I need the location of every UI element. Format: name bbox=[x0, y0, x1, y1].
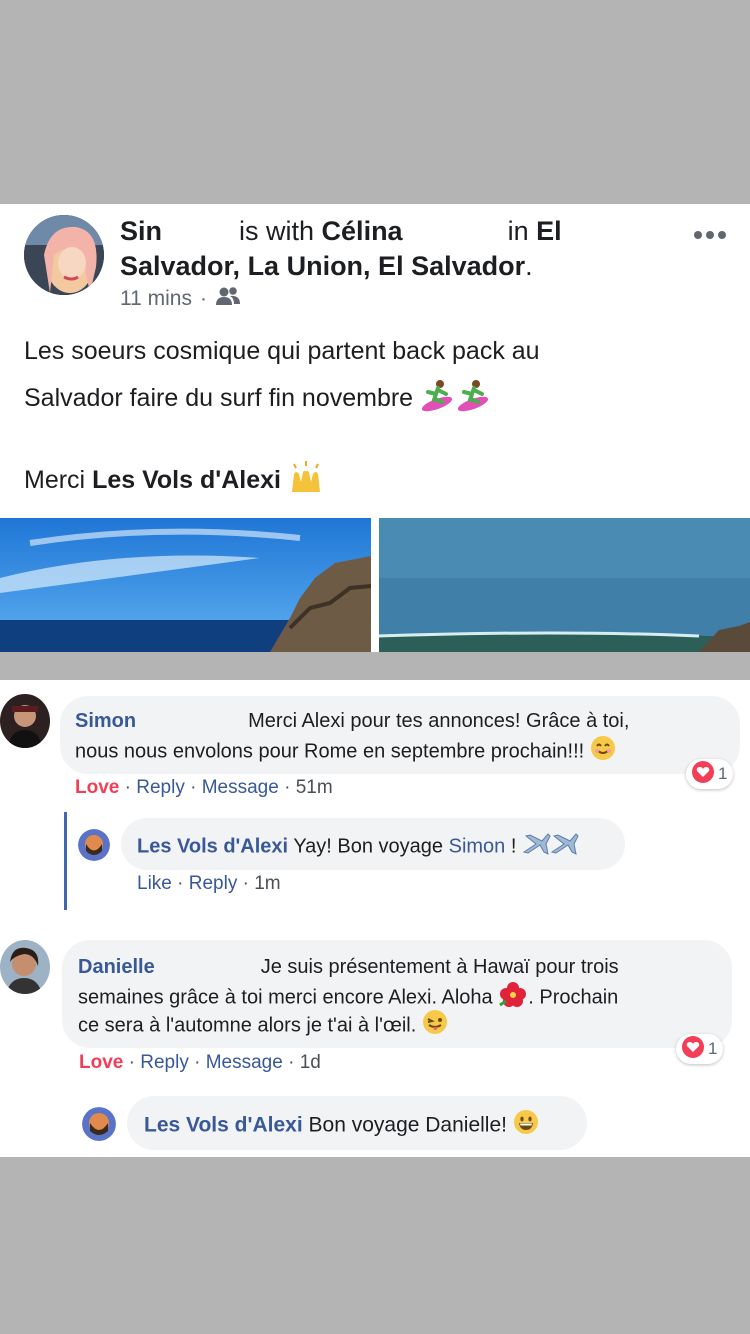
tagged-name[interactable]: Célina bbox=[322, 216, 403, 246]
reply-time[interactable]: 1m bbox=[254, 873, 280, 894]
commenter-avatar-2[interactable] bbox=[0, 940, 50, 994]
period: . bbox=[525, 251, 533, 281]
comment2-time[interactable]: 1d bbox=[300, 1052, 321, 1073]
comment-bubble: Simon Merci Alexi pour tes annonces! Grâc… bbox=[60, 696, 740, 774]
post-text-line2-text: Salvador faire du surf fin novembre bbox=[24, 384, 414, 413]
meta-dot: · bbox=[199, 287, 207, 310]
comment2-line1: Danielle Je suis présentement à Hawaï pou… bbox=[78, 953, 619, 981]
reply-action[interactable]: Reply bbox=[136, 777, 185, 798]
page-avatar-2[interactable] bbox=[82, 1107, 116, 1141]
reply-text: Yay! Bon voyage bbox=[293, 835, 444, 858]
surfer-icon bbox=[420, 378, 492, 421]
smiling-face-icon bbox=[590, 735, 616, 769]
page-mention[interactable]: Les Vols d'Alexi bbox=[92, 466, 281, 494]
friends-icon[interactable] bbox=[215, 286, 241, 312]
comment2-actions: Love · Reply · Message · 1d bbox=[79, 1052, 321, 1073]
separator bbox=[0, 652, 750, 680]
merci-text: Merci bbox=[24, 466, 86, 495]
comment-line2: nous nous envolons pour Rome en septembr… bbox=[75, 735, 616, 769]
reply-actions: Like · Reply · 1m bbox=[137, 873, 281, 894]
reply2-author[interactable]: Les Vols d'Alexi bbox=[144, 1114, 303, 1137]
reply-action-2[interactable]: Reply bbox=[140, 1052, 189, 1073]
winking-tongue-icon bbox=[422, 1009, 448, 1043]
comment-bubble-2: Danielle Je suis présentement à Hawaï pou… bbox=[62, 940, 732, 1048]
hibiscus-icon bbox=[498, 981, 528, 1015]
post-photo-1[interactable] bbox=[0, 518, 371, 652]
commenter-name[interactable]: Simon bbox=[75, 710, 136, 732]
post-text-line1: Les soeurs cosmique qui partent back pac… bbox=[24, 337, 540, 365]
comment-line1: Simon Merci Alexi pour tes annonces! Grâc… bbox=[75, 707, 629, 735]
comment2-text-3: ce sera à l'automne alors je t'ai à l'œi… bbox=[78, 1014, 417, 1037]
commenter-name-2[interactable]: Danielle bbox=[78, 956, 155, 978]
author-avatar[interactable] bbox=[24, 215, 104, 295]
post-time[interactable]: 11 mins bbox=[120, 287, 192, 311]
raising-hands-icon bbox=[288, 460, 324, 503]
post-header-line1: Sin is with Célina in El bbox=[120, 214, 562, 248]
post-header-line2: Salvador, La Union, El Salvador. bbox=[120, 249, 533, 283]
comment-time[interactable]: 51m bbox=[296, 777, 333, 798]
love-action[interactable]: Love bbox=[75, 777, 119, 798]
comment2-text-2b: . Prochain bbox=[528, 986, 619, 1009]
comment-text: Merci Alexi pour tes annonces! Grâce à t… bbox=[248, 710, 630, 732]
like-action[interactable]: Like bbox=[137, 873, 172, 894]
page-avatar[interactable] bbox=[78, 829, 110, 861]
thread-line bbox=[64, 812, 67, 910]
reaction-number-2: 1 bbox=[708, 1039, 718, 1058]
message-action[interactable]: Message bbox=[202, 777, 279, 798]
love-reaction-icon-2 bbox=[682, 1035, 704, 1063]
reply-suffix: ! bbox=[510, 835, 517, 858]
post-photo-2[interactable] bbox=[379, 518, 750, 652]
reaction-number: 1 bbox=[718, 764, 728, 783]
airplane-icon bbox=[522, 830, 580, 864]
comment2-text-2a: semaines grâce à toi merci encore Alexi.… bbox=[78, 986, 493, 1009]
reaction-count-2[interactable]: 1 bbox=[676, 1034, 724, 1064]
love-action-2[interactable]: Love bbox=[79, 1052, 123, 1073]
more-options-icon[interactable] bbox=[690, 220, 730, 250]
post-text-line3: Merci Les Vols d'Alexi bbox=[24, 460, 324, 503]
reply-author[interactable]: Les Vols d'Alexi bbox=[137, 835, 288, 857]
reaction-count[interactable]: 1 bbox=[686, 759, 734, 789]
post-meta: 11 mins · bbox=[120, 286, 241, 312]
reply-reply-action[interactable]: Reply bbox=[189, 873, 238, 894]
reply2-line: Les Vols d'Alexi Bon voyage Danielle! bbox=[144, 1109, 539, 1143]
reply-line: Les Vols d'Alexi Yay! Bon voyage Simon ! bbox=[137, 830, 580, 864]
comment2-text-1: Je suis présentement à Hawaï pour trois bbox=[260, 956, 619, 978]
location-name[interactable]: Salvador, La Union, El Salvador bbox=[120, 251, 525, 281]
with-label: is with bbox=[239, 216, 315, 246]
comment2-line3: ce sera à l'automne alors je t'ai à l'œi… bbox=[78, 1009, 448, 1043]
reply2-text: Bon voyage Danielle! bbox=[308, 1113, 507, 1137]
reply-mention[interactable]: Simon bbox=[449, 835, 506, 857]
comment-text-2: nous nous envolons pour Rome en septembr… bbox=[75, 740, 585, 763]
post-text-line2: Salvador faire du surf fin novembre bbox=[24, 378, 492, 421]
grinning-face-icon bbox=[513, 1109, 539, 1143]
reply-bubble: Les Vols d'Alexi Yay! Bon voyage Simon ! bbox=[121, 818, 625, 870]
comment-actions: Love · Reply · Message · 51m bbox=[75, 777, 333, 798]
in-label: in bbox=[507, 216, 529, 246]
author-name[interactable]: Sin bbox=[120, 216, 162, 246]
love-reaction-icon bbox=[692, 760, 714, 788]
location-part1[interactable]: El bbox=[536, 216, 562, 246]
message-action-2[interactable]: Message bbox=[206, 1052, 283, 1073]
reply-bubble-2: Les Vols d'Alexi Bon voyage Danielle! bbox=[127, 1096, 587, 1150]
commenter-avatar[interactable] bbox=[0, 694, 50, 748]
